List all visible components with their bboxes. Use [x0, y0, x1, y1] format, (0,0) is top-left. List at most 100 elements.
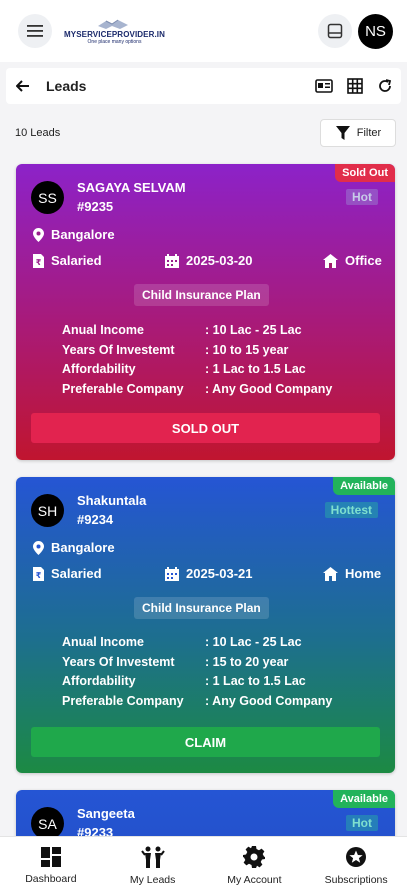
top-app-bar: MYSERVICEPROVIDER.IN One place many opti…: [0, 0, 407, 62]
inbox-tray-icon: [327, 23, 343, 39]
lead-plan: Child Insurance Plan: [134, 597, 269, 619]
lead-date: 2025-03-21: [165, 566, 253, 581]
handshake-logo-icon: [64, 17, 165, 31]
refresh-icon[interactable]: [377, 78, 393, 94]
lead-details: Anual Income : 10 Lac - 25 Lac Years Of I…: [62, 321, 332, 399]
lead-employment-type: Salaried: [51, 253, 102, 268]
detail-row: Anual Income : 10 Lac - 25 Lac: [62, 633, 332, 653]
brand-tagline: One place many options: [87, 39, 142, 45]
detail-value: : 1 Lac to 1.5 Lac: [205, 362, 306, 376]
grid-view-icon[interactable]: [347, 78, 363, 94]
detail-label: Anual Income: [62, 635, 144, 649]
detail-label: Preferable Company: [62, 693, 184, 708]
detail-value: : Any Good Company: [205, 381, 333, 396]
lead-avatar: SH: [31, 494, 64, 527]
lead-employment: ₹ Salaried: [33, 253, 102, 268]
detail-row: Preferable Company : Any Good Company: [62, 380, 332, 400]
filter-label: Filter: [356, 127, 382, 139]
detail-label: Anual Income: [62, 323, 144, 337]
detail-value: : 10 Lac - 25 Lac: [205, 635, 302, 649]
funnel-icon: [335, 126, 350, 140]
nav-subscriptions[interactable]: Subscriptions: [311, 846, 401, 886]
detail-row: Preferable Company : Any Good Company: [62, 692, 332, 712]
lead-employment-type: Salaried: [51, 566, 102, 581]
detail-row: Years Of Investemt : 10 to 15 year: [62, 341, 332, 361]
nav-my-leads-label: My Leads: [129, 873, 176, 886]
detail-row: Years Of Investemt : 15 to 20 year: [62, 653, 332, 673]
lead-workplace-value: Office: [345, 253, 382, 268]
lead-temperature-badge: Hot: [346, 189, 378, 205]
brand-title: MYSERVICEPROVIDER.IN: [64, 30, 165, 39]
nav-my-leads[interactable]: My Leads: [108, 846, 198, 886]
leads-header: Leads: [6, 68, 401, 104]
detail-value: : Any Good Company: [205, 693, 333, 708]
people-icon: [140, 846, 165, 868]
lead-name: Sangeeta: [77, 806, 135, 821]
lead-name: Shakuntala: [77, 493, 147, 508]
status-badge: Available: [333, 790, 395, 808]
rupee-document-icon: ₹: [33, 253, 44, 268]
calendar-icon: [165, 566, 179, 581]
lead-location: Bangalore: [33, 227, 115, 242]
lead-card[interactable]: Available SH Shakuntala #9234 Hottest Ba…: [16, 477, 395, 773]
detail-row: Anual Income : 10 Lac - 25 Lac: [62, 321, 332, 341]
lead-workplace: Home: [323, 566, 381, 581]
lead-plan: Child Insurance Plan: [134, 284, 269, 306]
nav-dashboard-label: Dashboard: [25, 872, 77, 885]
id-card-icon[interactable]: [315, 79, 333, 93]
lead-count: 10 Leads: [15, 127, 61, 139]
home-icon: [323, 566, 338, 581]
rupee-document-icon: ₹: [33, 566, 44, 581]
star-badge-icon: [346, 846, 367, 867]
lead-id: #9234: [77, 512, 114, 527]
status-badge: Sold Out: [335, 164, 395, 182]
back-arrow-icon[interactable]: [16, 80, 30, 92]
bottom-navigation: Dashboard My Leads My Account Subscripti…: [0, 836, 407, 894]
detail-value: : 10 Lac - 25 Lac: [205, 323, 302, 337]
location-pin-icon: [33, 227, 44, 242]
detail-row: Affordability: 1 Lac to 1.5 Lac: [62, 672, 332, 692]
detail-label: Affordability: [62, 674, 136, 688]
svg-text:₹: ₹: [36, 571, 42, 580]
nav-my-account[interactable]: My Account: [209, 845, 299, 886]
lead-id: #9235: [77, 199, 114, 214]
detail-label: Years Of Investemt: [62, 654, 175, 669]
lead-employment: ₹ Salaried: [33, 566, 102, 581]
lead-name: SAGAYA SELVAM: [77, 180, 186, 195]
nav-my-account-label: My Account: [227, 873, 282, 886]
detail-value: : 10 to 15 year: [205, 342, 289, 357]
gear-icon: [243, 845, 266, 868]
filter-button[interactable]: Filter: [320, 119, 396, 147]
nav-dashboard[interactable]: Dashboard: [6, 846, 96, 885]
lead-details: Anual Income : 10 Lac - 25 Lac Years Of I…: [62, 633, 332, 711]
status-badge: Available: [333, 477, 395, 495]
location-pin-icon: [33, 540, 44, 555]
claim-button[interactable]: CLAIM: [31, 727, 380, 757]
menu-button[interactable]: [18, 14, 52, 48]
detail-value: : 15 to 20 year: [205, 654, 289, 669]
nav-subscriptions-label: Subscriptions: [324, 873, 388, 886]
brand-logo[interactable]: MYSERVICEPROVIDER.IN One place many opti…: [64, 17, 165, 45]
notifications-button[interactable]: [318, 14, 352, 48]
lead-city: Bangalore: [51, 540, 115, 555]
page-title: Leads: [46, 78, 87, 94]
user-avatar[interactable]: NS: [358, 13, 393, 49]
detail-label: Affordability: [62, 362, 136, 376]
lead-workplace-value: Home: [345, 566, 382, 581]
lead-card[interactable]: Sold Out SS SAGAYA SELVAM #9235 Hot Bang…: [16, 164, 395, 460]
detail-label: Preferable Company: [62, 381, 184, 396]
detail-row: Affordability : 1 Lac to 1.5 Lac: [62, 360, 332, 380]
svg-text:₹: ₹: [36, 258, 42, 267]
lead-date-value: 2025-03-21: [186, 566, 253, 581]
dashboard-icon: [40, 846, 61, 867]
hamburger-icon: [27, 25, 43, 37]
sold-out-button[interactable]: SOLD OUT: [31, 413, 380, 443]
detail-label: Years Of Investemt: [62, 342, 175, 357]
lead-date-value: 2025-03-20: [186, 253, 253, 268]
lead-date: 2025-03-20: [165, 253, 253, 268]
lead-city: Bangalore: [51, 227, 115, 242]
calendar-icon: [165, 253, 179, 268]
building-icon: [323, 253, 338, 268]
lead-avatar: SS: [31, 181, 64, 214]
lead-temperature-badge: Hot: [346, 815, 378, 831]
